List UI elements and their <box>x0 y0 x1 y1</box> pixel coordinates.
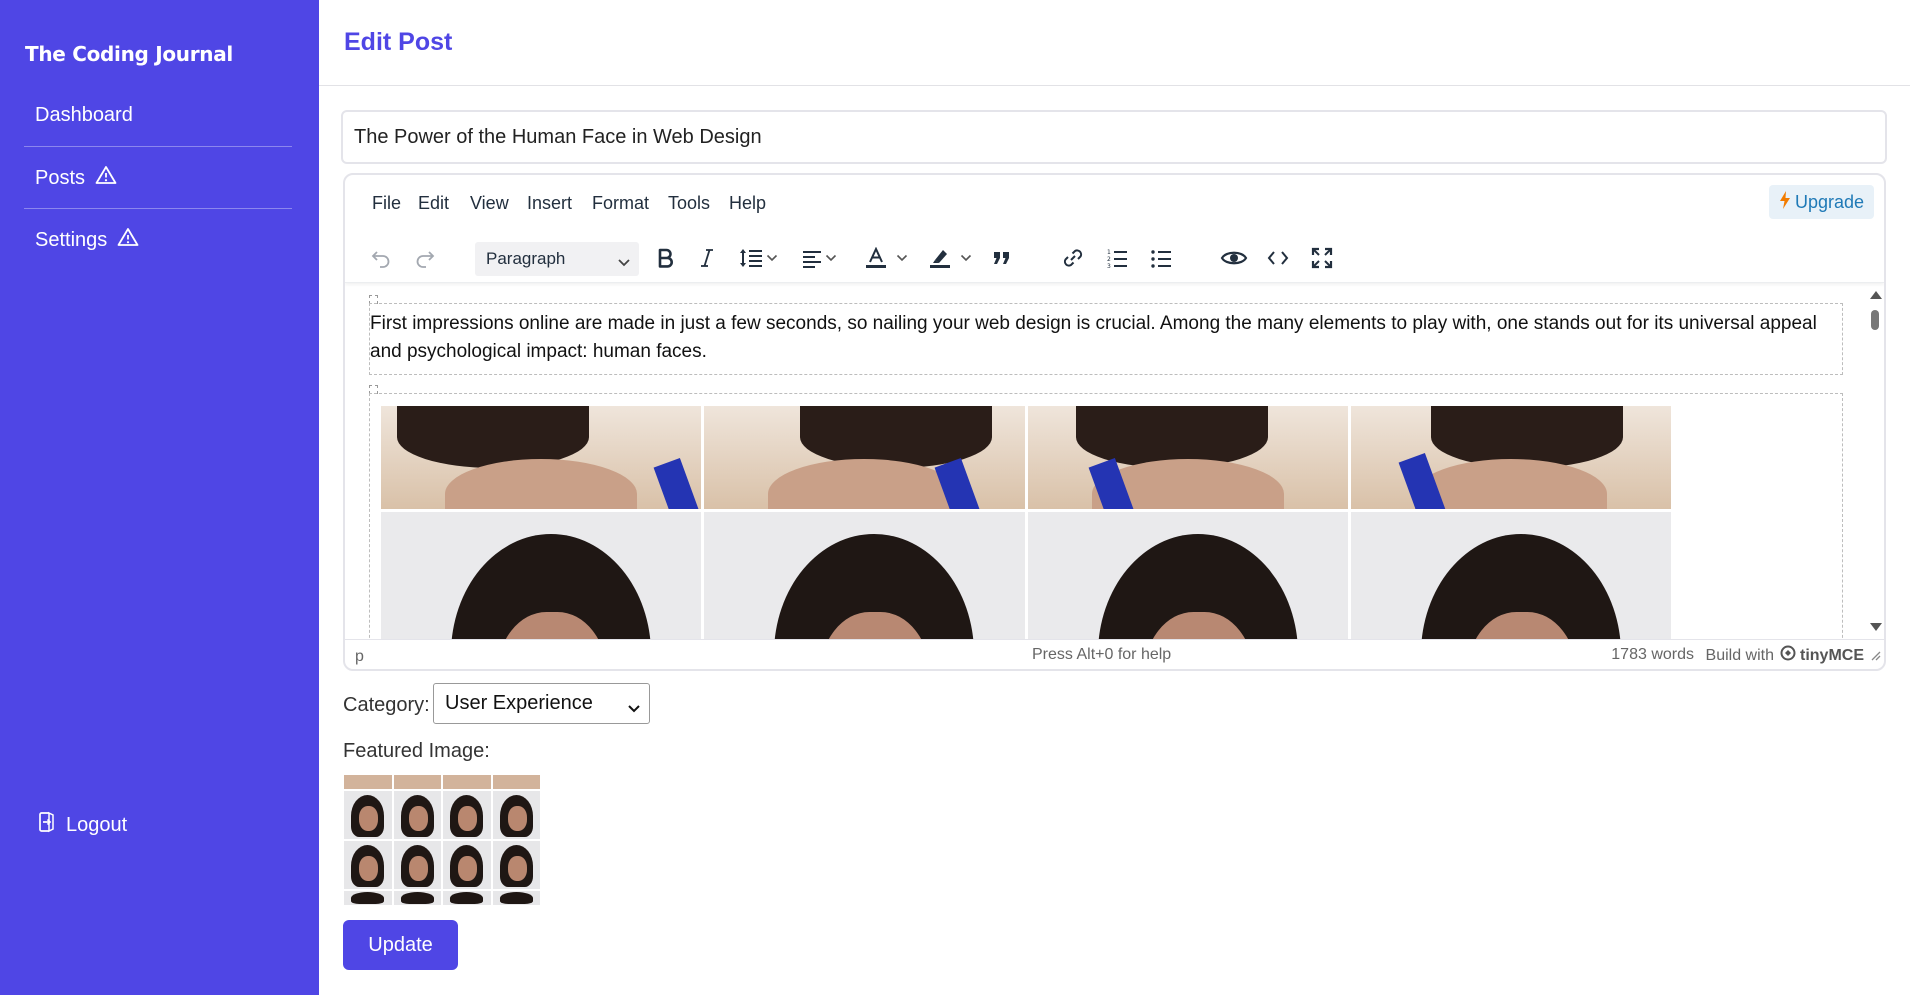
chevron-down-icon <box>896 254 908 262</box>
post-title-input[interactable] <box>341 110 1887 164</box>
logout-label: Logout <box>66 813 128 836</box>
sidebar-item-label: Settings <box>35 228 108 251</box>
menu-help[interactable]: Help <box>729 193 766 214</box>
photo-tile <box>704 406 1025 509</box>
warning-icon <box>117 227 139 253</box>
undo-icon[interactable] <box>365 242 397 274</box>
word-count[interactable]: 1783 words <box>1611 646 1694 664</box>
category-label: Category: <box>343 694 430 716</box>
rich-text-editor: File Edit View Insert Format Tools Help … <box>343 173 1886 671</box>
page-header: Edit Post <box>319 0 1910 86</box>
photo-tile <box>1350 406 1671 509</box>
brand-title[interactable]: The Coding Journal <box>25 42 233 66</box>
menu-insert[interactable]: Insert <box>527 193 572 214</box>
redo-icon[interactable] <box>409 242 441 274</box>
svg-text:1: 1 <box>1107 249 1111 256</box>
menu-view[interactable]: View <box>470 193 509 214</box>
text-color-icon[interactable] <box>860 242 912 274</box>
photo-tile <box>381 406 702 509</box>
resize-handle-icon[interactable] <box>1869 648 1881 666</box>
photo-tile <box>704 512 1025 639</box>
bullet-list-icon[interactable] <box>1145 242 1177 274</box>
numbered-list-icon[interactable]: 123 <box>1101 242 1133 274</box>
blockquote-icon[interactable] <box>986 242 1018 274</box>
chevron-down-icon <box>627 697 641 720</box>
menu-edit[interactable]: Edit <box>418 193 449 214</box>
block-format-select[interactable]: Paragraph <box>475 242 639 276</box>
category-value: User Experience <box>445 692 593 714</box>
chevron-down-icon <box>825 254 837 262</box>
lightning-icon <box>1779 190 1791 214</box>
photo-tile <box>381 512 702 639</box>
category-select[interactable]: User Experience <box>433 683 650 724</box>
editor-toolbar: Paragraph 1 2 3 <box>345 233 1884 283</box>
sidebar-item-label: Dashboard <box>35 103 133 126</box>
sidebar: The Coding Journal Dashboard Posts Setti… <box>0 0 319 995</box>
block-format-label: Paragraph <box>486 249 566 268</box>
menu-tools[interactable]: Tools <box>668 193 710 214</box>
highlight-icon[interactable] <box>924 242 976 274</box>
chevron-down-icon <box>766 254 778 262</box>
editor-content[interactable]: First impressions online are made in jus… <box>345 283 1884 639</box>
line-height-icon[interactable] <box>736 242 780 274</box>
link-icon[interactable] <box>1057 242 1089 274</box>
tinymce-branding[interactable]: Build with tinyMCE <box>1706 645 1864 666</box>
element-path[interactable]: p <box>355 648 364 666</box>
sidebar-item-posts[interactable]: Posts <box>24 147 292 209</box>
build-with-label: Build with <box>1705 646 1774 664</box>
menu-file[interactable]: File <box>372 193 401 214</box>
tinymce-logo-icon <box>1780 645 1796 666</box>
tinymce-label: tinyMCE <box>1800 646 1864 664</box>
source-code-icon[interactable] <box>1262 242 1294 274</box>
scroll-thumb[interactable] <box>1871 310 1879 330</box>
upgrade-label: Upgrade <box>1794 191 1864 212</box>
content-image[interactable] <box>369 393 1843 639</box>
editor-scrollbar[interactable] <box>1866 283 1884 639</box>
fullscreen-icon[interactable] <box>1306 242 1338 274</box>
editor-statusbar: p Press Alt+0 for help 1783 words Build … <box>345 639 1884 669</box>
bold-icon[interactable] <box>650 242 680 274</box>
update-button[interactable]: Update <box>343 920 458 970</box>
photo-tile <box>1350 512 1671 639</box>
scroll-down-icon[interactable] <box>1870 623 1882 631</box>
svg-text:2: 2 <box>1107 256 1111 263</box>
logout-button[interactable]: Logout <box>38 811 127 839</box>
photo-grid <box>381 406 1671 639</box>
page-title: Edit Post <box>344 28 453 56</box>
italic-icon[interactable] <box>692 242 722 274</box>
content-paragraph[interactable]: First impressions online are made in jus… <box>369 303 1843 375</box>
sidebar-item-dashboard[interactable]: Dashboard <box>24 84 292 146</box>
featured-image-label: Featured Image: <box>343 740 490 762</box>
warning-icon <box>95 165 117 191</box>
featured-image-thumbnail[interactable] <box>344 775 540 905</box>
photo-tile <box>1027 512 1348 639</box>
photo-tile <box>1027 406 1348 509</box>
editor-menubar: File Edit View Insert Format Tools Help … <box>345 175 1884 233</box>
chevron-down-icon <box>960 254 972 262</box>
menu-format[interactable]: Format <box>592 193 649 214</box>
scroll-up-icon[interactable] <box>1870 291 1882 299</box>
logout-icon <box>38 811 66 839</box>
svg-text:3: 3 <box>1107 263 1111 269</box>
upgrade-button[interactable]: Upgrade <box>1768 185 1874 219</box>
preview-icon[interactable] <box>1217 242 1251 274</box>
sidebar-item-settings[interactable]: Settings <box>24 209 292 271</box>
sidebar-item-label: Posts <box>35 166 86 189</box>
help-hint: Press Alt+0 for help <box>1032 646 1172 663</box>
align-icon[interactable] <box>797 242 841 274</box>
chevron-down-icon <box>617 253 631 273</box>
